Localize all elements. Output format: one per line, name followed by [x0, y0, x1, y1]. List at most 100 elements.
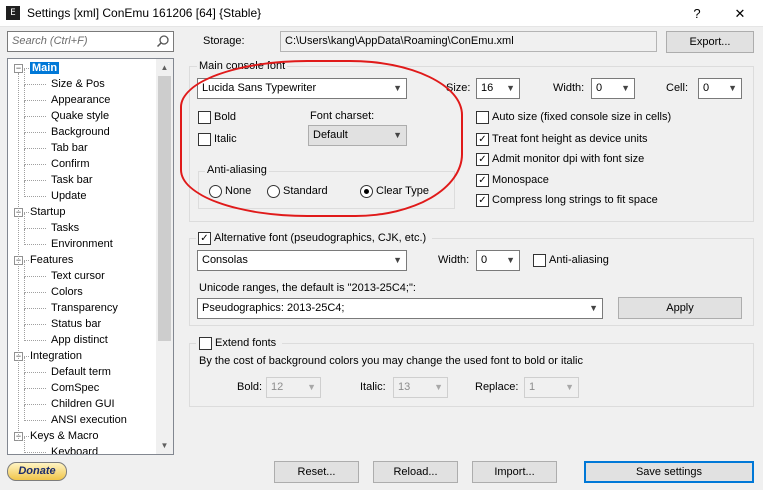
tree-connector — [24, 244, 46, 245]
tree-item[interactable]: Keyboard — [24, 437, 98, 454]
tree-item[interactable]: − Features — [14, 253, 73, 267]
scroll-up-icon[interactable]: ▲ — [156, 59, 173, 76]
tree-item-label: Confirm — [51, 158, 90, 170]
tree-item-label: Status bar — [51, 318, 102, 330]
tree-item[interactable]: Default term — [24, 357, 111, 379]
tree-item[interactable]: Status bar — [24, 309, 102, 331]
tree-connector — [24, 69, 25, 85]
tree-connector — [18, 73, 19, 441]
tree-item[interactable]: Transparency — [24, 293, 118, 315]
tree-connector — [24, 213, 25, 229]
tree-connector — [24, 388, 46, 389]
font-size-select[interactable]: 16 ▼ — [476, 78, 520, 99]
donate-button[interactable]: Donate — [7, 462, 67, 481]
tree-item[interactable]: ComSpec — [24, 373, 100, 395]
help-button[interactable]: ? — [679, 0, 715, 27]
alt-font-label[interactable]: Alternative font (pseudographics, CJK, e… — [214, 232, 426, 244]
save-settings-button[interactable]: Save settings — [584, 461, 754, 483]
cell-select[interactable]: 0 ▼ — [698, 78, 742, 99]
chevron-down-icon: ▼ — [434, 382, 443, 392]
import-button[interactable]: Import... — [472, 461, 557, 483]
tree-connector — [24, 165, 25, 181]
monospace-checkbox[interactable]: ✓ — [476, 174, 489, 187]
apply-button[interactable]: Apply — [618, 297, 742, 319]
scroll-thumb[interactable] — [158, 76, 171, 341]
tree-item-label: App distinct — [51, 334, 108, 346]
collapse-icon[interactable]: − — [14, 64, 23, 73]
tree-item[interactable]: − Keys & Macro — [14, 429, 99, 443]
reset-button[interactable]: Reset... — [274, 461, 359, 483]
tree-item[interactable]: Update — [24, 181, 87, 203]
tree-item-label: Keys & Macro — [30, 430, 99, 442]
title-bar: E Settings [xml] ConEmu 161206 [64] {Sta… — [0, 0, 763, 27]
tree-item-label: Startup — [30, 206, 66, 218]
tree-item[interactable]: Text cursor — [24, 261, 105, 283]
treat-height-checkbox[interactable]: ✓ — [476, 133, 489, 146]
alt-font-checkbox[interactable]: ✓ — [198, 232, 211, 245]
admit-dpi-label[interactable]: Admit monitor dpi with font size — [492, 153, 644, 165]
tree-item[interactable]: Background — [24, 117, 110, 139]
chevron-down-icon: ▼ — [307, 382, 316, 392]
alt-width-select[interactable]: 0 ▼ — [476, 250, 520, 271]
alt-width-value: 0 — [481, 254, 488, 266]
export-button[interactable]: Export... — [666, 31, 754, 53]
tree-item[interactable]: Appearance — [24, 85, 111, 107]
tree-item-label: Update — [51, 190, 87, 202]
extend-replace-select[interactable]: 1 ▼ — [524, 377, 579, 398]
tree-item[interactable]: − Main — [14, 61, 60, 75]
tree-item-label: Background — [51, 126, 110, 138]
tree-item-label: Colors — [51, 286, 83, 298]
alt-antialiasing-checkbox[interactable] — [533, 254, 546, 267]
tree-connector — [24, 149, 25, 165]
storage-path: C:\Users\kang\AppData\Roaming\ConEmu.xml — [280, 31, 657, 52]
tree-item[interactable]: Quake style — [24, 101, 109, 123]
tree-item[interactable]: Colors — [24, 277, 83, 299]
tree-item-label: ComSpec — [51, 382, 100, 394]
tree-item[interactable]: Children GUI — [24, 389, 115, 411]
tree-connector — [24, 437, 25, 453]
extend-bold-select[interactable]: 12 ▼ — [266, 377, 321, 398]
tree-item[interactable]: Task bar — [24, 165, 93, 187]
tree-item[interactable]: Size & Pos — [24, 69, 105, 91]
tree-item[interactable]: Tasks — [24, 213, 79, 235]
search-icon[interactable] — [156, 34, 170, 48]
chevron-down-icon: ▼ — [728, 83, 737, 93]
tree-item-label: Text cursor — [51, 270, 105, 282]
tree-scrollbar[interactable]: ▲ ▼ — [156, 59, 173, 454]
tree-connector — [24, 309, 25, 325]
font-width-select[interactable]: 0 ▼ — [591, 78, 635, 99]
scroll-down-icon[interactable]: ▼ — [156, 437, 173, 454]
search-field[interactable]: Search (Ctrl+F) — [7, 31, 174, 52]
auto-size-checkbox[interactable] — [476, 111, 489, 124]
tree-item[interactable]: ANSI execution — [24, 405, 127, 427]
tree-item[interactable]: Confirm — [24, 149, 90, 171]
admit-dpi-checkbox[interactable]: ✓ — [476, 153, 489, 166]
tree-item-label: Appearance — [51, 94, 111, 106]
unicode-ranges-select[interactable]: Pseudographics: 2013-25C4; ▼ — [197, 298, 603, 319]
tree-connector — [24, 85, 25, 101]
extend-fonts-checkbox[interactable] — [199, 337, 212, 350]
auto-size-label[interactable]: Auto size (fixed console size in cells) — [492, 111, 671, 123]
alt-antialiasing-label[interactable]: Anti-aliasing — [549, 254, 609, 266]
tree-item[interactable]: Tab bar — [24, 133, 88, 155]
tree-item[interactable]: − Integration — [14, 349, 82, 363]
tree-connector — [24, 420, 46, 421]
extend-fonts-label[interactable]: Extend fonts — [215, 337, 276, 349]
tree-connector — [24, 261, 25, 277]
tree-item-label: Integration — [30, 350, 82, 362]
tree-item[interactable]: − Startup — [14, 205, 66, 219]
compress-checkbox[interactable]: ✓ — [476, 194, 489, 207]
tree-item[interactable]: Environment — [24, 229, 113, 251]
settings-tree[interactable]: − Main Size & Pos Appearance Quake style Back… — [7, 58, 174, 455]
tree-item[interactable]: App distinct — [24, 325, 108, 347]
alt-font-select[interactable]: Consolas ▼ — [197, 250, 407, 271]
close-button[interactable]: ✕ — [722, 0, 758, 27]
tree-item-label: Transparency — [51, 302, 118, 314]
monospace-label[interactable]: Monospace — [492, 174, 549, 186]
reload-button[interactable]: Reload... — [373, 461, 458, 483]
tree-connector — [24, 292, 46, 293]
treat-height-label[interactable]: Treat font height as device units — [492, 133, 648, 145]
tree-connector — [24, 229, 25, 245]
compress-label[interactable]: Compress long strings to fit space — [492, 194, 658, 206]
extend-italic-select[interactable]: 13 ▼ — [393, 377, 448, 398]
